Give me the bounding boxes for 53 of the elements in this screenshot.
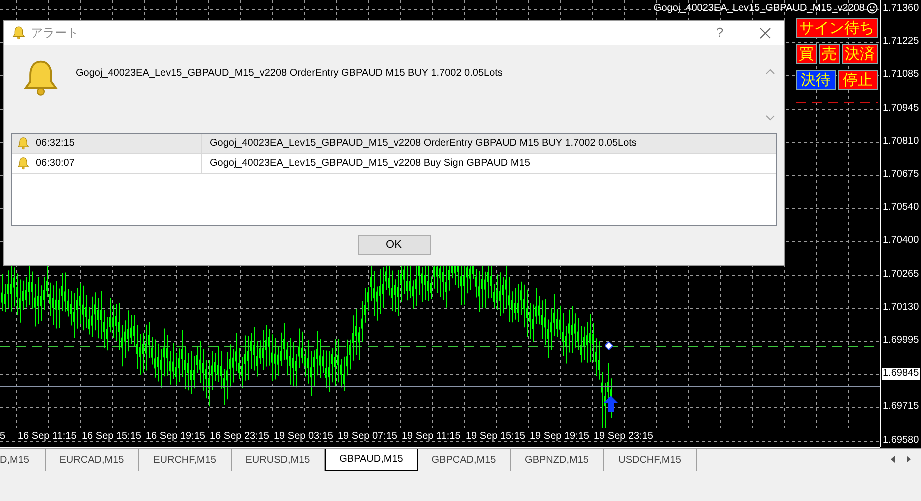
- price-label: 1.71360: [882, 3, 920, 15]
- price-label: 1.70400: [882, 235, 920, 247]
- price-label: 1.70540: [882, 202, 920, 214]
- price-label: 1.70945: [882, 103, 920, 115]
- bell-icon: [17, 137, 30, 150]
- scroll-right-icon[interactable]: [905, 455, 913, 464]
- panel-button[interactable]: 買: [796, 44, 817, 64]
- time-label: 16 Sep 11:15: [18, 431, 77, 443]
- bell-icon: [17, 157, 30, 170]
- alert-text: Gogoj_40023EA_Lev15_GBPAUD_M15_v2208 Buy Sign GBPAUD M15: [210, 157, 530, 171]
- alert-message: Gogoj_40023EA_Lev15_GBPAUD_M15_v2208 OrderEntry GBPAUD M15 BUY 1.7002 0.05Lots: [76, 67, 503, 80]
- price-label: 1.70265: [882, 269, 920, 281]
- time-label: 16 Sep 23:15: [210, 431, 270, 443]
- window-title: アラート: [31, 25, 79, 42]
- panel-button[interactable]: 停止: [838, 70, 878, 90]
- time-label: 19 Sep 11:15: [402, 431, 461, 443]
- up-arrow-icon: [604, 396, 618, 412]
- price-label: 1.70810: [882, 136, 920, 148]
- close-icon: [760, 28, 770, 38]
- alert-row[interactable]: 06:32:15 Gogoj_40023EA_Lev15_GBPAUD_M15_v2208 OrderEntry GBPAUD M15 BUY 1.7002 0.05Lots: [12, 134, 776, 154]
- symbol-tab[interactable]: GBPAUD,M15: [325, 449, 418, 471]
- smiley-icon: [867, 3, 878, 14]
- time-label: 16 Sep 15:15: [82, 431, 142, 443]
- time-label: 19 Sep 03:15: [274, 431, 334, 443]
- bell-icon: [12, 26, 26, 40]
- panel-button[interactable]: 売: [819, 44, 840, 64]
- time-label: 19 Sep 07:15: [338, 431, 398, 443]
- time-label: 19 Sep 23:15: [594, 431, 654, 443]
- alert-time: 06:32:15: [36, 137, 75, 151]
- price-label: 1.69845: [882, 368, 920, 380]
- price-label: 1.69715: [882, 401, 920, 413]
- alert-text: Gogoj_40023EA_Lev15_GBPAUD_M15_v2208 OrderEntry GBPAUD M15 BUY 1.7002 0.05Lots: [210, 137, 637, 151]
- expert-title: Gogoj_40023EA_Lev15_GBPAUD_M15_v2208: [654, 2, 865, 15]
- scroll-left-icon[interactable]: [889, 455, 897, 464]
- help-button[interactable]: ?: [709, 23, 731, 43]
- panel-button[interactable]: 決済: [842, 44, 878, 64]
- price-label: 1.69995: [882, 335, 920, 347]
- price-label: 1.71085: [882, 69, 920, 81]
- price-label: 1.71225: [882, 36, 920, 48]
- time-label: 19 Sep 19:15: [530, 431, 590, 443]
- diamond-marker-icon: [605, 342, 613, 350]
- ok-button[interactable]: OK: [358, 235, 430, 255]
- panel-button[interactable]: サイン待ち: [796, 18, 878, 38]
- price-label: 1.70130: [882, 302, 920, 314]
- price-label: 1.70675: [882, 169, 920, 181]
- panel-button[interactable]: 決待: [796, 70, 836, 90]
- time-label: 19 Sep 15:15: [466, 431, 526, 443]
- alert-time: 06:30:07: [36, 157, 75, 171]
- time-label: 5: [0, 431, 6, 443]
- bell-icon: [22, 59, 60, 97]
- alert-row[interactable]: 06:30:07 Gogoj_40023EA_Lev15_GBPAUD_M15_v2208 Buy Sign GBPAUD M15: [12, 154, 776, 174]
- time-label: 16 Sep 19:15: [146, 431, 206, 443]
- price-label: 1.69580: [882, 435, 920, 447]
